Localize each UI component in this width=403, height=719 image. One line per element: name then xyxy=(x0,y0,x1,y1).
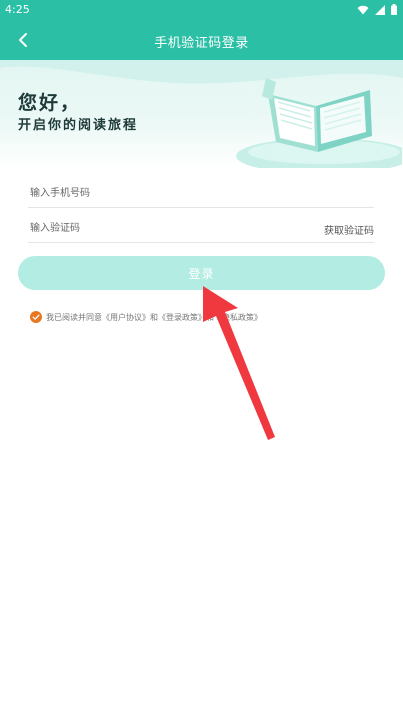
agree-checkbox-icon[interactable] xyxy=(30,311,42,323)
page-title: 手机验证码登录 xyxy=(154,36,249,51)
welcome-banner: 您好， 开启你的阅读旅程 xyxy=(0,60,403,168)
greeting-subtitle: 开启你的阅读旅程 xyxy=(18,118,139,133)
agreement-row: 我已阅读并同意《用户协议》和《登录政策》和《隐私政策》 xyxy=(30,311,262,323)
agreement-prefix: 我已阅读并同意 xyxy=(46,312,102,322)
greeting-title: 您好， xyxy=(18,92,82,114)
wifi-icon xyxy=(357,5,369,14)
get-code-button[interactable]: 获取验证码 xyxy=(324,222,374,237)
verification-code-input[interactable] xyxy=(28,214,292,242)
agreement-and-2: 和 xyxy=(206,312,214,322)
privacy-policy-link[interactable]: 《隐私政策》 xyxy=(214,313,262,322)
phone-field xyxy=(28,179,374,208)
signal-icon xyxy=(375,4,385,15)
battery-icon xyxy=(391,4,397,15)
open-book-illustration xyxy=(236,78,402,168)
app-header: 手机验证码登录 xyxy=(0,20,403,60)
status-icons xyxy=(357,4,397,15)
status-time: 4:25 xyxy=(5,3,30,16)
login-button[interactable]: 登录 xyxy=(18,256,385,290)
agreement-and-1: 和 xyxy=(150,312,158,322)
phone-input[interactable] xyxy=(28,179,292,207)
login-policy-link[interactable]: 《登录政策》 xyxy=(158,313,206,322)
user-agreement-link[interactable]: 《用户协议》 xyxy=(102,313,150,322)
agreement-text: 我已阅读并同意《用户协议》和《登录政策》和《隐私政策》 xyxy=(46,312,262,323)
code-field: 获取验证码 xyxy=(28,214,374,243)
status-bar: 4:25 xyxy=(0,0,403,20)
